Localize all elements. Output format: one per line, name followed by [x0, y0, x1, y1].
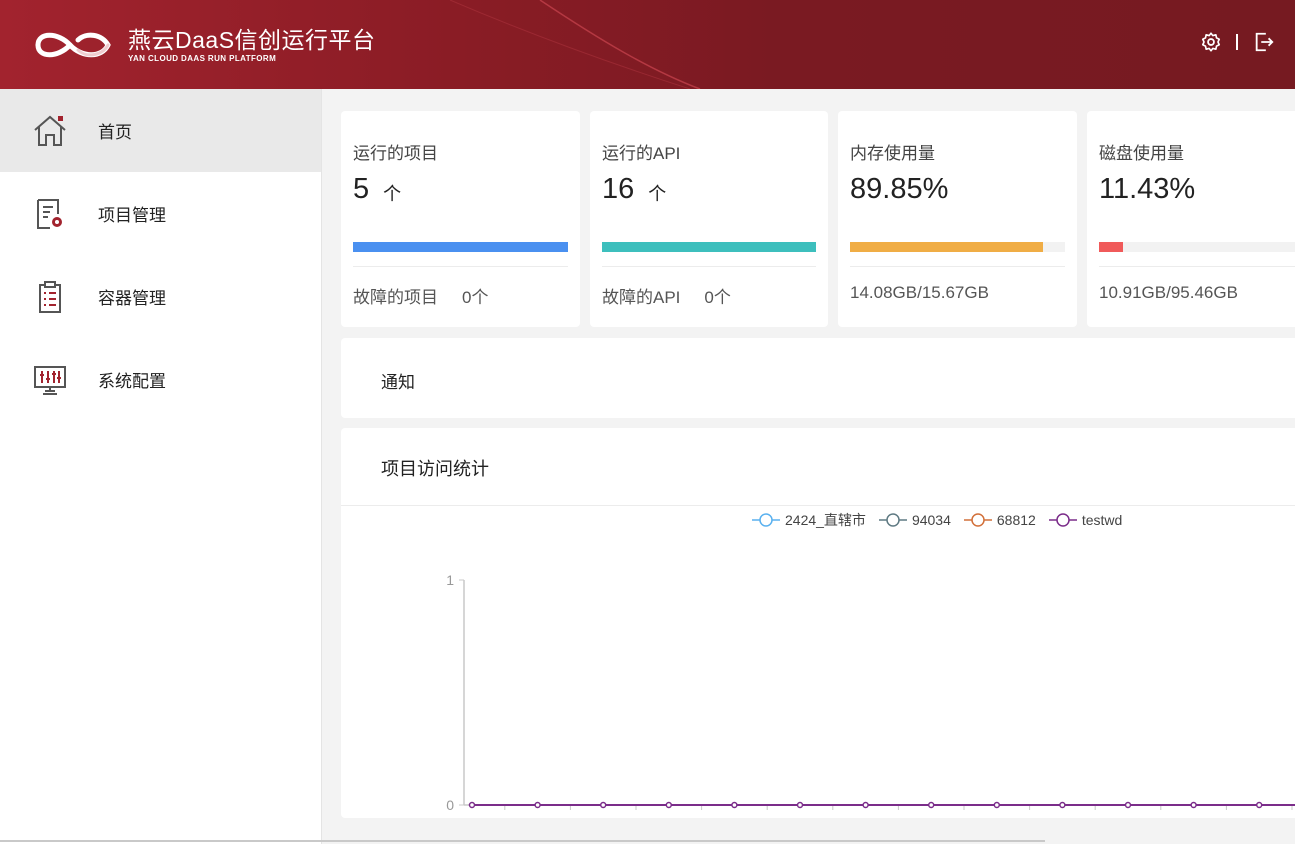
app-header: 燕云DaaS信创运行平台 YAN CLOUD DAAS RUN PLATFORM [0, 0, 1295, 89]
card-divider [602, 266, 816, 267]
sidebar-item-label: 系统配置 [98, 372, 166, 391]
footer-label: 故障的API [602, 288, 681, 307]
brand-title: 燕云DaaS信创运行平台 [128, 26, 376, 53]
data-point [1255, 801, 1263, 809]
sidebar: 首页 项目管理 容器管理 系统配置 [0, 89, 322, 844]
sidebar-item-container-management[interactable]: 容器管理 [0, 255, 321, 338]
progress-fill [602, 242, 816, 252]
monitor-sliders-icon [34, 365, 66, 395]
sidebar-item-system-config[interactable]: 系统配置 [0, 338, 321, 421]
header-divider [1236, 34, 1238, 50]
progress-fill [353, 242, 568, 252]
infinity-logo-icon [35, 32, 111, 58]
data-point [731, 801, 738, 809]
data-point [534, 801, 541, 809]
notice-title[interactable]: 通知 [381, 368, 415, 393]
data-point [1124, 801, 1132, 809]
stat-card-running-projects: 运行的项目 5个 故障的项目 0个 [341, 111, 580, 327]
progress-track [602, 242, 816, 252]
y-tick-label: 0 [446, 797, 454, 813]
card-value: 5个 [353, 173, 401, 206]
data-point [1190, 801, 1197, 809]
progress-fill [850, 242, 1044, 252]
progress-track [850, 242, 1065, 252]
data-point [599, 801, 607, 809]
stat-card-running-apis: 运行的API 16 个 故障的API 0个 [590, 111, 828, 327]
card-divider [850, 266, 1065, 267]
y-tick-label: 1 [446, 572, 454, 588]
progress-track [353, 242, 568, 252]
card-title: 运行的项目 [353, 144, 438, 163]
header-tools [1198, 29, 1277, 55]
footer-value: 0个 [704, 288, 731, 307]
card-footer: 10.91GB/95.46GB [1099, 283, 1238, 303]
card-footer: 故障的API 0个 [602, 283, 731, 308]
bottom-divider [0, 840, 1045, 842]
data-point [862, 801, 869, 809]
sidebar-item-project-management[interactable]: 项目管理 [0, 172, 321, 255]
app-logo[interactable]: 燕云DaaS信创运行平台 YAN CLOUD DAAS RUN PLATFORM [32, 26, 376, 64]
card-value-number: 11.43% [1099, 173, 1196, 205]
card-title: 运行的API [602, 144, 681, 163]
notice-panel: 通知 [341, 338, 1295, 418]
card-divider [1099, 266, 1295, 267]
data-point [993, 801, 1001, 809]
card-value-number: 16 [602, 173, 635, 205]
card-value: 11.43% [1099, 173, 1195, 206]
card-footer: 14.08GB/15.67GB [850, 283, 989, 303]
logout-button[interactable] [1251, 29, 1277, 55]
logout-icon [1255, 32, 1274, 52]
project-settings-icon [37, 198, 62, 229]
stat-card-disk-usage: 磁盘使用量 11.43% 10.91GB/95.46GB [1087, 111, 1295, 327]
settings-button[interactable] [1198, 29, 1224, 55]
data-point [665, 801, 673, 809]
footer-label: 14.08GB/15.67GB [850, 283, 989, 302]
visit-stats-panel: 项目访问统计 2424_直辖市 94034 68812 testwd 01 [341, 428, 1295, 818]
gear-icon [1201, 32, 1221, 52]
data-point [927, 801, 935, 809]
card-value-unit: 个 [383, 184, 402, 204]
card-value: 16 个 [602, 173, 666, 206]
stat-card-memory-usage: 内存使用量 89.85% 14.08GB/15.67GB [838, 111, 1077, 327]
card-title: 内存使用量 [850, 144, 935, 163]
progress-track [1099, 242, 1295, 252]
sidebar-item-home[interactable]: 首页 [0, 89, 321, 172]
footer-label: 10.91GB/95.46GB [1099, 283, 1238, 302]
clipboard-icon [39, 280, 61, 313]
footer-label: 故障的项目 [353, 288, 438, 307]
sidebar-item-label: 容器管理 [98, 289, 166, 308]
home-icon [34, 115, 66, 146]
card-value-number: 89.85% [850, 173, 949, 205]
progress-fill [1099, 242, 1123, 252]
brand-subtitle: YAN CLOUD DAAS RUN PLATFORM [128, 53, 277, 63]
footer-value: 0个 [462, 288, 489, 307]
sidebar-item-label: 首页 [98, 123, 132, 142]
data-point [468, 801, 476, 809]
line-chart: 01 [446, 572, 1295, 813]
card-value-number: 5 [353, 173, 370, 205]
card-divider [353, 266, 568, 267]
card-title: 磁盘使用量 [1099, 144, 1184, 163]
card-value: 89.85% [850, 173, 948, 206]
card-footer: 故障的项目 0个 [353, 283, 488, 308]
card-value-unit: 个 [648, 184, 667, 204]
data-point [796, 801, 804, 809]
sidebar-item-label: 项目管理 [98, 206, 166, 225]
data-point [1059, 801, 1066, 809]
